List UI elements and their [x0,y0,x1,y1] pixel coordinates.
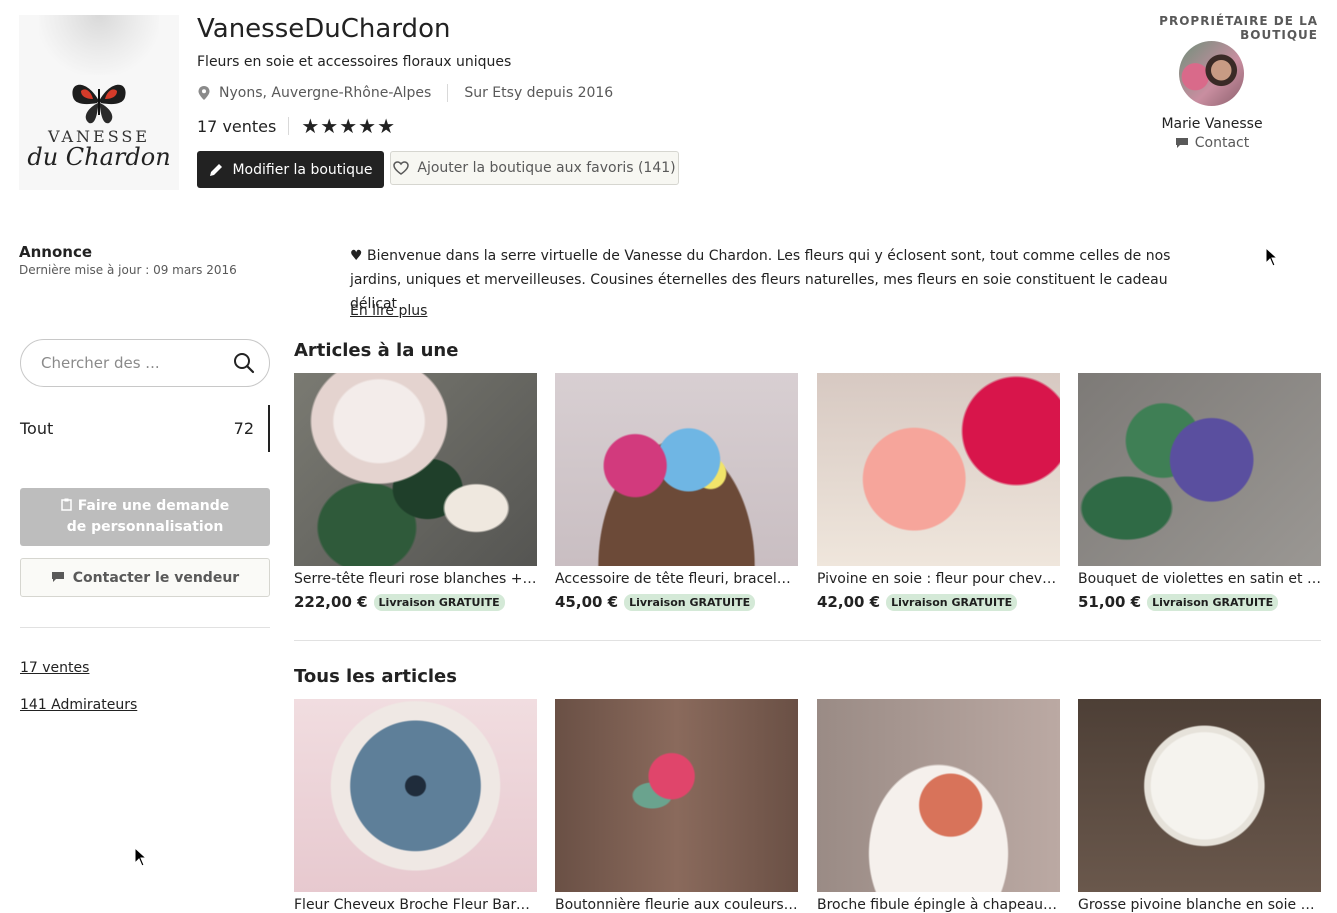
shop-search[interactable] [20,339,270,387]
favorite-shop-button[interactable]: Ajouter la boutique aux favoris (141) [390,151,679,185]
listing-card[interactable]: Grosse pivoine blanche en soie po... [1078,699,1321,913]
free-shipping-badge: Livraison GRATUITE [1147,593,1279,611]
message-icon [1175,137,1188,148]
listing-card[interactable]: Accessoire de tête fleuri, bracelet ... … [555,373,798,611]
message-icon [51,572,64,582]
listing-price-row: 42,00 € Livraison GRATUITE [817,593,1060,611]
listing-title[interactable]: Boutonnière fleurie aux couleurs v... [555,897,798,913]
listing-price-row: 51,00 € Livraison GRATUITE [1078,593,1321,611]
all-items-section-title: Tous les articles [294,666,457,687]
owner-contact-link[interactable]: Contact [1150,135,1274,151]
sidebar-item-all[interactable]: Tout 72 [20,405,270,452]
favorite-shop-label: Ajouter la boutique aux favoris (141) [417,160,676,176]
listing-price: 222,00 € [294,593,368,611]
listing-title[interactable]: Grosse pivoine blanche en soie po... [1078,897,1321,913]
announcement-text: ♥ Bienvenue dans la serre virtuelle de V… [350,248,1171,312]
listing-price: 45,00 € [555,593,619,611]
listing-card[interactable]: Boutonnière fleurie aux couleurs v... [555,699,798,913]
mouse-cursor-icon [1265,247,1279,267]
listing-card[interactable]: Broche fibule épingle à chapeau b... [817,699,1060,913]
listing-price: 42,00 € [817,593,881,611]
edit-shop-label: Modifier la boutique [232,161,373,178]
sales-rating-row: 17 ventes ★★★★★ [197,114,396,138]
search-icon[interactable] [233,352,255,374]
shop-name: VanesseDuChardon [197,14,451,44]
shop-meta: Nyons, Auvergne-Rhône-Alpes Sur Etsy dep… [197,84,613,102]
listing-title[interactable]: Accessoire de tête fleuri, bracelet ... [555,571,798,587]
sales-divider [288,117,290,135]
announcement-date: Dernière mise à jour : 09 mars 2016 [19,263,237,277]
shop-tagline: Fleurs en soie et accessoires floraux un… [197,54,512,70]
pencil-icon [210,163,223,176]
contact-seller-button[interactable]: Contacter le vendeur [20,558,270,597]
listing-title[interactable]: Broche fibule épingle à chapeau b... [817,897,1060,913]
custom-request-text: Faire une demande de personnalisation [66,498,230,535]
listing-card[interactable]: Pivoine en soie : fleur pour cheveu... 4… [817,373,1060,611]
shop-logo: VANESSE du Chardon [19,15,179,190]
edit-shop-button[interactable]: Modifier la boutique [197,151,384,188]
listing-card[interactable]: Serre-tête fleuri rose blanches + b... 2… [294,373,537,611]
read-more-link[interactable]: En lire plus [350,303,427,319]
free-shipping-badge: Livraison GRATUITE [373,593,505,611]
listing-price-row: 45,00 € Livraison GRATUITE [555,593,798,611]
category-label: Tout [20,419,54,438]
listing-image[interactable] [817,373,1060,566]
admirers-link[interactable]: 141 Admirateurs [20,697,137,713]
logo-text-line2: du Chardon [27,143,171,171]
listing-price: 51,00 € [1078,593,1142,611]
listing-image[interactable] [1078,699,1321,892]
listing-image[interactable] [294,373,537,566]
contact-seller-label: Contacter le vendeur [72,569,240,586]
listing-title[interactable]: Serre-tête fleuri rose blanches + b... [294,571,537,587]
shop-sales: 17 ventes [197,116,277,136]
listing-image[interactable] [294,699,537,892]
shop-since: Sur Etsy depuis 2016 [464,85,614,101]
heart-icon [393,161,410,175]
owner-name[interactable]: Marie Vanesse [1150,116,1274,132]
shop-location: Nyons, Auvergne-Rhône-Alpes [219,85,432,101]
listing-card[interactable]: Fleur Cheveux Broche Fleur Barett... [294,699,537,913]
listing-card[interactable]: Bouquet de violettes en satin et so... 5… [1078,373,1321,611]
section-divider [294,640,1321,641]
listing-image[interactable] [555,699,798,892]
search-input[interactable] [39,353,209,373]
meta-divider [447,84,449,102]
listing-price-row: 222,00 € Livraison GRATUITE [294,593,537,611]
featured-section-title: Articles à la une [294,340,459,361]
listing-title[interactable]: Fleur Cheveux Broche Fleur Barett... [294,897,537,913]
star-rating: ★★★★★ [301,114,397,138]
listing-title[interactable]: Bouquet de violettes en satin et so... [1078,571,1321,587]
location-pin-icon [198,86,210,100]
announcement-title: Annonce [19,243,93,261]
thistle-illustration [39,15,159,75]
free-shipping-badge: Livraison GRATUITE [886,593,1018,611]
sales-link[interactable]: 17 ventes [20,660,89,676]
butterfly-icon [72,84,126,124]
listing-image[interactable] [817,699,1060,892]
clipboard-icon [60,498,72,511]
category-count: 72 [233,419,254,438]
sidebar-divider [20,627,270,628]
mouse-cursor-icon [134,847,148,867]
listing-image[interactable] [555,373,798,566]
custom-request-label: Faire une demande de personnalisation [50,496,240,538]
owner-avatar[interactable] [1179,41,1244,106]
owner-label: PROPRIÉTAIRE DE LA BOUTIQUE [1159,14,1318,42]
listing-title[interactable]: Pivoine en soie : fleur pour cheveu... [817,571,1060,587]
listing-image[interactable] [1078,373,1321,566]
custom-request-button[interactable]: Faire une demande de personnalisation [20,488,270,546]
owner-contact-label: Contact [1194,135,1250,151]
free-shipping-badge: Livraison GRATUITE [624,593,756,611]
